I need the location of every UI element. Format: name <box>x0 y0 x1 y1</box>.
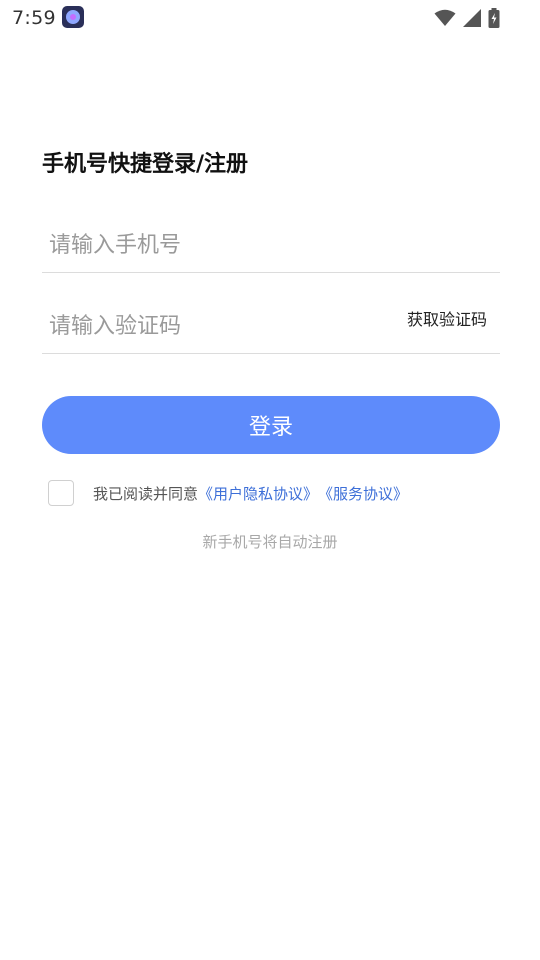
agreement-text: 我已阅读并同意 <box>93 484 199 503</box>
page-title: 手机号快捷登录/注册 <box>42 152 249 177</box>
phone-field-container <box>42 218 500 273</box>
battery-charging-icon <box>488 8 500 28</box>
service-agreement-link[interactable]: 《服务协议》 <box>318 483 408 504</box>
agreement-row: 我已阅读并同意 《用户隐私协议》 《服务协议》 <box>48 480 408 506</box>
login-button[interactable]: 登录 <box>42 396 500 454</box>
login-screen: 7:59 手机号快捷登录/注册 请输入手机号 请输入验证码 获取验证码 登录 我… <box>0 0 540 960</box>
status-time: 7:59 <box>12 7 56 29</box>
privacy-policy-link[interactable]: 《用户隐私协议》 <box>198 483 318 504</box>
get-code-button[interactable]: 获取验证码 <box>407 306 487 330</box>
wifi-icon <box>434 9 456 27</box>
verification-code-input[interactable] <box>42 299 389 353</box>
phone-input[interactable] <box>42 218 389 272</box>
status-icons <box>434 7 500 29</box>
code-field-container: 获取验证码 <box>42 299 500 354</box>
status-bar: 7:59 <box>0 0 540 36</box>
app-notification-icon <box>62 6 84 28</box>
agreement-checkbox[interactable] <box>48 480 74 506</box>
signal-icon <box>462 9 482 27</box>
auto-register-hint: 新手机号将自动注册 <box>202 533 338 551</box>
